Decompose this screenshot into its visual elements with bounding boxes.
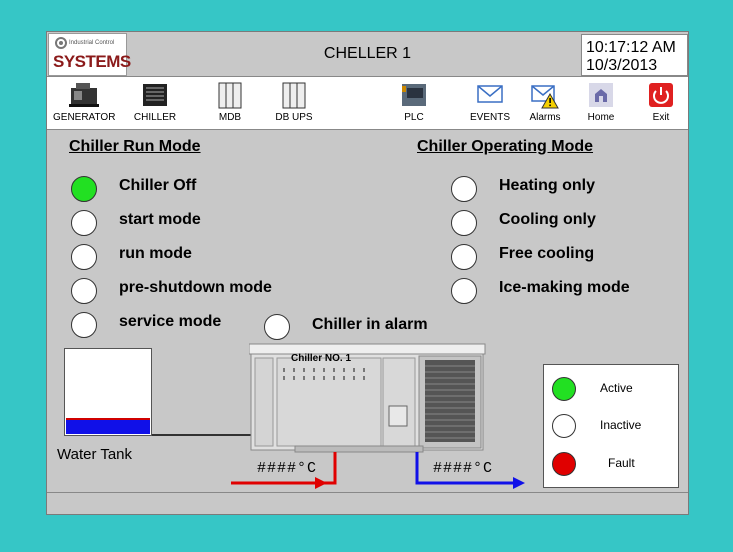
home-icon xyxy=(589,83,613,107)
water-tank-level xyxy=(66,418,150,434)
run-mode-chiller-off-indicator xyxy=(71,176,97,202)
legend-inactive-swatch xyxy=(552,414,576,438)
op-mode-free-cooling-label: Free cooling xyxy=(499,245,595,262)
nav-generator-label: GENERATOR xyxy=(53,112,116,123)
legend-fault-label: Fault xyxy=(608,456,635,470)
nav-home-label: Home xyxy=(587,112,615,123)
chiller-unit: Chiller NO. 1 xyxy=(248,342,487,454)
nav-exit-label: Exit xyxy=(652,112,670,123)
legend-active-swatch xyxy=(552,377,576,401)
run-mode-start-label: start mode xyxy=(119,211,201,228)
status-bar xyxy=(47,492,688,513)
nav-events-button[interactable]: EVENTS xyxy=(465,77,515,129)
op-mode-heating-indicator xyxy=(451,176,477,202)
op-mode-free-cooling-indicator xyxy=(451,244,477,270)
chiller-alarm-indicator xyxy=(264,314,290,340)
chiller-unit-label: Chiller NO. 1 xyxy=(291,353,352,364)
nav-mdb-button[interactable]: MDB xyxy=(205,77,255,129)
op-mode-cooling-label: Cooling only xyxy=(499,211,596,228)
chiller-alarm-label: Chiller in alarm xyxy=(312,316,428,333)
nav-db-ups-button[interactable]: DB UPS xyxy=(267,77,321,129)
nav-events-label: EVENTS xyxy=(469,112,510,123)
nav-mdb-label: MDB xyxy=(218,112,242,123)
legend-inactive-label: Inactive xyxy=(600,418,642,432)
cabinet-icon xyxy=(218,82,242,109)
nav-plc-button[interactable]: PLC xyxy=(391,77,437,129)
nav-chiller-button[interactable]: CHILLER xyxy=(127,77,183,129)
chiller-unit-graphic xyxy=(248,343,486,453)
nav-home-button[interactable]: Home xyxy=(581,77,621,129)
run-mode-start-indicator xyxy=(71,210,97,236)
clock-display: 10:17:12 AM 10/3/2013 xyxy=(581,34,688,76)
cabinet-icon xyxy=(282,82,306,109)
op-mode-ice-making-indicator xyxy=(451,278,477,304)
nav-db-ups-label: DB UPS xyxy=(275,112,313,123)
alarm-icon xyxy=(531,85,559,109)
run-mode-heading: Chiller Run Mode xyxy=(69,138,201,155)
nav-generator-button[interactable]: GENERATOR xyxy=(53,77,115,129)
nav-alarms-label: Alarms xyxy=(529,112,561,123)
run-mode-run-indicator xyxy=(71,244,97,270)
run-mode-service-label: service mode xyxy=(119,313,222,330)
plc-icon xyxy=(402,84,426,106)
header-bar: Industrial Control SYSTEMS CHELLER 1 10:… xyxy=(47,32,688,77)
nav-chiller-label: CHILLER xyxy=(133,112,177,123)
legend-fault-swatch xyxy=(552,452,576,476)
clock-time: 10:17:12 AM xyxy=(586,39,676,56)
nav-plc-label: PLC xyxy=(404,112,424,123)
op-mode-cooling-indicator xyxy=(451,210,477,236)
nav-alarms-button[interactable]: Alarms xyxy=(523,77,567,129)
nav-toolbar: GENERATOR CHILLER MDB DB UPS PLC EVENTS … xyxy=(47,77,688,130)
run-mode-pre-shutdown-label: pre-shutdown mode xyxy=(119,279,272,296)
nav-exit-button[interactable]: Exit xyxy=(643,77,679,129)
chiller-icon xyxy=(143,84,167,106)
legend-active-label: Active xyxy=(600,381,633,395)
op-mode-heating-label: Heating only xyxy=(499,177,596,194)
cold-water-pipe xyxy=(415,452,525,489)
clock-date: 10/3/2013 xyxy=(586,57,658,74)
water-tank-label: Water Tank xyxy=(57,446,133,463)
generator-icon xyxy=(69,83,99,107)
run-mode-chiller-off-label: Chiller Off xyxy=(119,177,197,194)
power-icon xyxy=(649,83,673,107)
hot-water-pipe xyxy=(231,452,337,489)
run-mode-service-indicator xyxy=(71,312,97,338)
run-mode-run-label: run mode xyxy=(119,245,192,262)
op-mode-ice-making-label: Ice-making mode xyxy=(499,279,630,296)
hmi-window: Industrial Control SYSTEMS CHELLER 1 10:… xyxy=(46,31,689,515)
envelope-icon xyxy=(477,85,503,103)
operating-mode-heading: Chiller Operating Mode xyxy=(417,138,594,155)
water-tank xyxy=(64,348,152,436)
run-mode-pre-shutdown-indicator xyxy=(71,278,97,304)
status-legend: Active Inactive Fault xyxy=(543,364,679,488)
